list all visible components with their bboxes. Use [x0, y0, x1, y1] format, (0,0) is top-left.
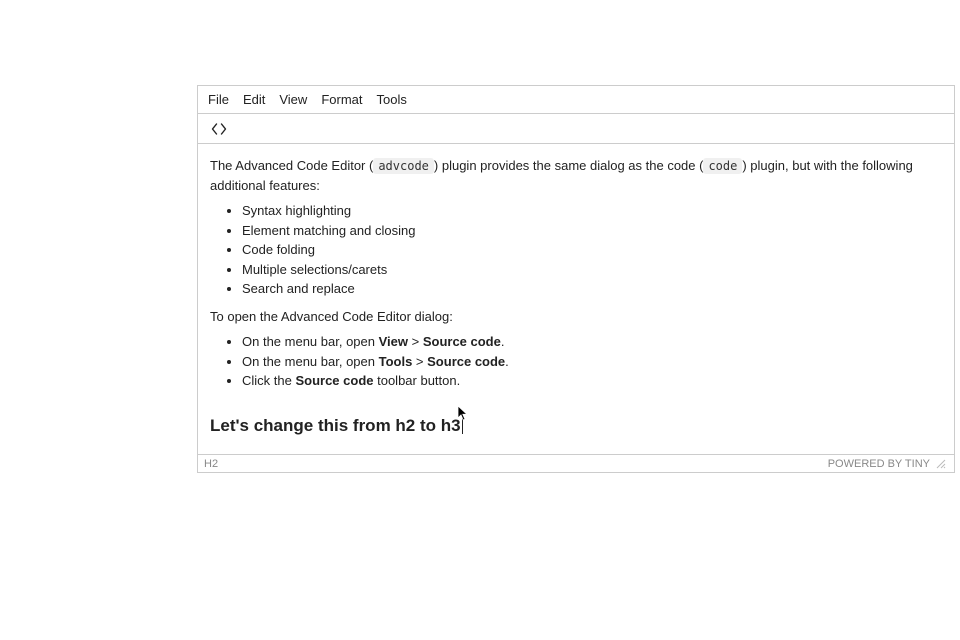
source-code-button[interactable] — [206, 118, 232, 140]
menu-tools[interactable]: Tools — [376, 92, 406, 107]
code-icon — [211, 122, 227, 136]
bold-text: Source code — [427, 354, 505, 369]
bold-text: View — [379, 334, 408, 349]
branding-label[interactable]: POWERED BY TINY — [828, 458, 930, 470]
editor-container: File Edit View Format Tools The Advanced… — [197, 85, 955, 473]
list-item: On the menu bar, open View > Source code… — [242, 332, 942, 352]
element-path[interactable]: H2 — [204, 458, 218, 470]
open-intro-paragraph: To open the Advanced Code Editor dialog: — [210, 307, 942, 327]
text: > — [408, 334, 423, 349]
list-item: Search and replace — [242, 279, 942, 299]
text: toolbar button. — [374, 373, 461, 388]
text: The Advanced Code Editor ( — [210, 158, 373, 173]
toolbar — [198, 114, 954, 144]
editor-content[interactable]: The Advanced Code Editor (advcode) plugi… — [198, 144, 954, 454]
menu-bar: File Edit View Format Tools — [198, 86, 954, 114]
list-item: Element matching and closing — [242, 221, 942, 241]
intro-paragraph: The Advanced Code Editor (advcode) plugi… — [210, 156, 942, 195]
list-item: Syntax highlighting — [242, 201, 942, 221]
code-advcode: advcode — [373, 158, 434, 174]
text: On the menu bar, open — [242, 334, 379, 349]
text: . — [501, 334, 505, 349]
resize-handle-icon[interactable] — [936, 459, 946, 469]
text: Click the — [242, 373, 295, 388]
text: . — [505, 354, 509, 369]
list-item: Click the Source code toolbar button. — [242, 371, 942, 391]
features-list: Syntax highlighting Element matching and… — [210, 201, 942, 299]
bold-text: Source code — [423, 334, 501, 349]
code-code: code — [703, 158, 742, 174]
list-item: Code folding — [242, 240, 942, 260]
text-caret — [462, 416, 463, 434]
steps-list: On the menu bar, open View > Source code… — [210, 332, 942, 391]
bold-text: Tools — [379, 354, 413, 369]
bold-text: Source code — [295, 373, 373, 388]
list-item: On the menu bar, open Tools > Source cod… — [242, 352, 942, 372]
list-item: Multiple selections/carets — [242, 260, 942, 280]
editable-heading[interactable]: Let's change this from h2 to h3 — [210, 413, 463, 439]
heading-text: Let's change this from h2 to h3 — [210, 416, 461, 435]
text: > — [412, 354, 427, 369]
text: ) plugin provides the same dialog as the… — [434, 158, 704, 173]
menu-edit[interactable]: Edit — [243, 92, 265, 107]
menu-file[interactable]: File — [208, 92, 229, 107]
status-bar: H2 POWERED BY TINY — [198, 454, 954, 472]
menu-format[interactable]: Format — [321, 92, 362, 107]
menu-view[interactable]: View — [279, 92, 307, 107]
text: On the menu bar, open — [242, 354, 379, 369]
